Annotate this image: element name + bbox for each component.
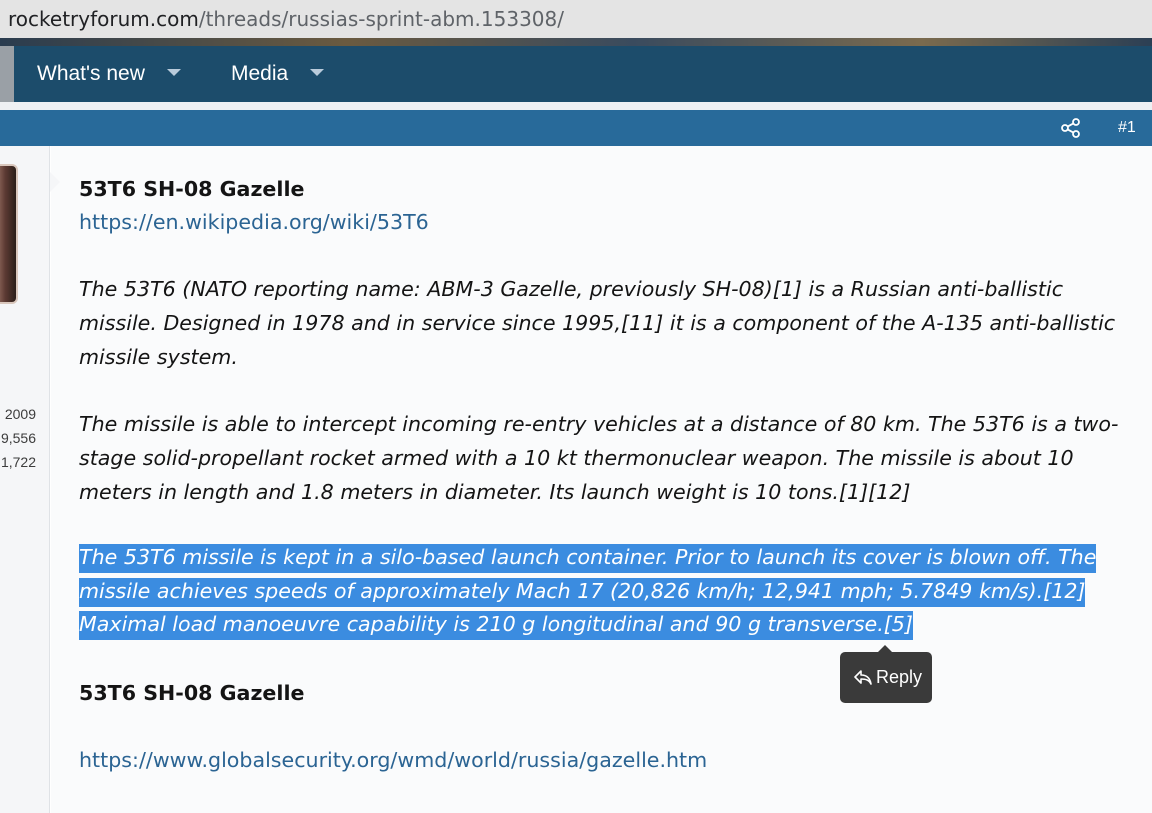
site-banner: [0, 38, 1152, 46]
post-heading: 53T6 SH-08 Gazelle: [79, 177, 305, 201]
reply-icon: [854, 670, 872, 685]
nav-gap: [0, 102, 1152, 110]
selected-text-line: The 53T6 missile is kept in a silo-based…: [79, 544, 1097, 573]
tooltip-notch: [878, 645, 892, 652]
url-domain: rocketryforum.com: [8, 7, 199, 31]
paragraph-line: The missile is able to intercept incomin…: [79, 412, 1119, 436]
avatar[interactable]: [0, 164, 18, 304]
nav-edge: [0, 46, 14, 102]
reply-button-label: Reply: [876, 667, 923, 687]
user-stat-reactions: 1,722: [0, 454, 36, 470]
nav-item-media[interactable]: Media: [231, 62, 325, 86]
globalsecurity-link[interactable]: https://www.globalsecurity.org/wmd/world…: [79, 748, 707, 772]
user-stat-messages: 9,556: [0, 430, 36, 446]
caret-down-icon[interactable]: [310, 68, 325, 76]
paragraph-line: The 53T6 (NATO reporting name: ABM-3 Gaz…: [79, 277, 1064, 301]
nav-item-label: What's new: [37, 62, 145, 85]
post-heading-2: 53T6 SH-08 Gazelle: [79, 681, 305, 705]
main-nav: What's new Media: [14, 46, 1152, 102]
nav-item-whats-new[interactable]: What's new: [37, 62, 181, 86]
paragraph-line: missile. Designed in 1978 and in service…: [79, 311, 1116, 335]
user-sidebar: 2009 9,556 1,722: [0, 146, 50, 813]
paragraph-line: stage solid-propellant rocket armed with…: [79, 446, 1074, 470]
selected-text-line: missile achieves speeds of approximately…: [79, 578, 1086, 607]
caret-down-icon[interactable]: [166, 68, 181, 76]
paragraph-line: missile system.: [79, 345, 238, 369]
post-number-link[interactable]: #1: [1118, 119, 1136, 137]
share-icon[interactable]: [1060, 117, 1082, 139]
user-stat-joined: 2009: [4, 406, 36, 422]
post-header-bar: [0, 110, 1152, 146]
url-text[interactable]: rocketryforum.com/threads/russias-sprint…: [8, 7, 564, 31]
selected-text-line: Maximal load manoeuvre capability is 210…: [79, 611, 913, 640]
post-pointer: [50, 172, 60, 192]
quote-reply-tooltip[interactable]: Reply: [840, 645, 932, 703]
paragraph-line: meters in length and 1.8 meters in diame…: [79, 480, 911, 504]
nav-item-label: Media: [231, 62, 289, 85]
wikipedia-link[interactable]: https://en.wikipedia.org/wiki/53T6: [79, 210, 429, 234]
browser-address-bar[interactable]: rocketryforum.com/threads/russias-sprint…: [0, 0, 1152, 38]
url-path: /threads/russias-sprint-abm.153308/: [198, 7, 564, 31]
